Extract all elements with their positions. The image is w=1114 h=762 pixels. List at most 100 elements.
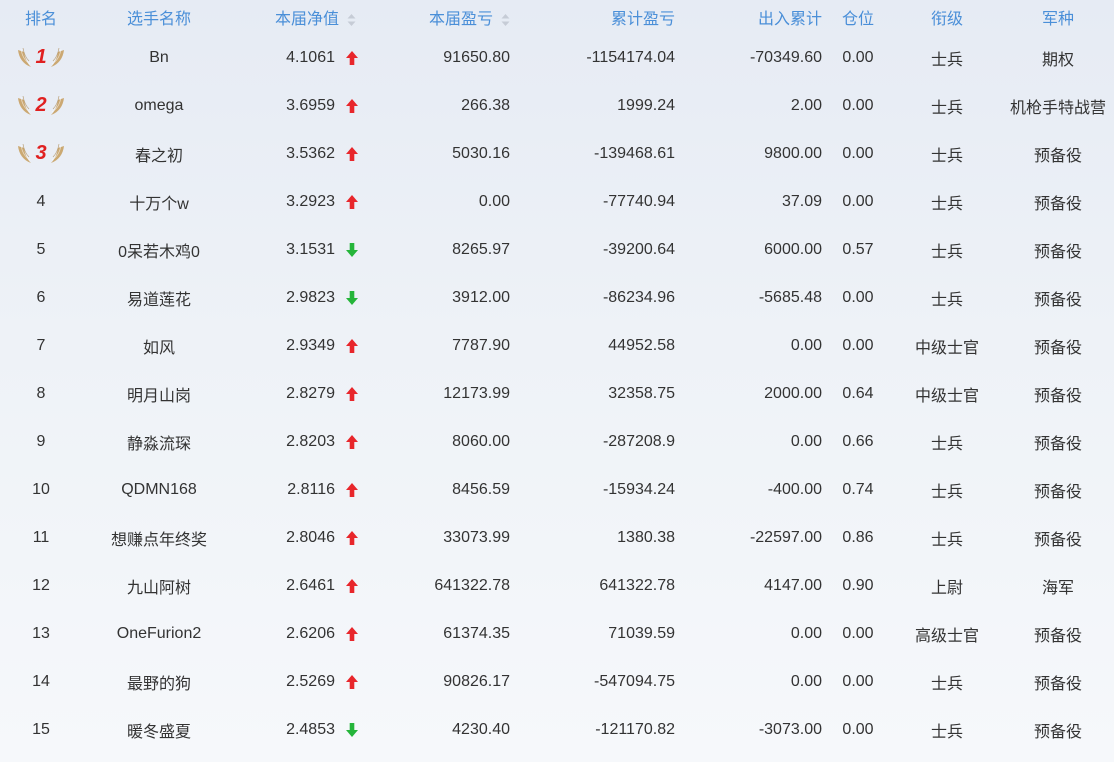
rank-medal-icon: 1 xyxy=(15,44,67,72)
player-name[interactable]: 暖冬盛夏 xyxy=(82,706,236,754)
branch-value: 预备役 xyxy=(1033,148,1082,165)
rank-number: 7 xyxy=(36,337,46,354)
flow-value: 2.00 xyxy=(790,97,822,114)
sort-icon[interactable] xyxy=(501,13,510,27)
position-value: 0.64 xyxy=(842,385,874,402)
branch-value: 预备役 xyxy=(1033,340,1082,357)
flow-value: -3073.00 xyxy=(758,721,822,738)
header-branch[interactable]: 军种 xyxy=(1002,0,1114,34)
table-row[interactable]: 10 QDMN168 2.8116 8456.59 -15934.24 -400… xyxy=(0,466,1114,514)
net-value-cell: 3.6959 xyxy=(236,82,381,130)
rank-cell: 5 xyxy=(0,226,82,274)
table-row[interactable]: 1 Bn 4.1061 91650.80 -1154174.04 -70349.… xyxy=(0,34,1114,82)
rank-cell: 4 xyxy=(0,178,82,226)
table-row[interactable]: 6 易道莲花 2.9823 3912.00 -86234.96 -5685.48… xyxy=(0,274,1114,322)
table-row[interactable]: 9 静淼流琛 2.8203 8060.00 -287208.9 0.00 0.6… xyxy=(0,418,1114,466)
net-value-cell: 2.6206 xyxy=(236,610,381,658)
player-name[interactable]: QDMN168 xyxy=(82,466,236,514)
branch-value: 预备役 xyxy=(1033,388,1082,405)
net-value: 3.5362 xyxy=(286,145,335,162)
arrow-up-icon xyxy=(345,50,359,66)
player-name[interactable]: 如风 xyxy=(82,322,236,370)
cumulative-pnl-value: -547094.75 xyxy=(594,673,675,690)
table-row[interactable]: 3 春之初 3.5362 5030.16 -139468.61 9800.00 … xyxy=(0,130,1114,178)
table-row[interactable]: 8 明月山岗 2.8279 12173.99 32358.75 2000.00 … xyxy=(0,370,1114,418)
player-name[interactable]: 春之初 xyxy=(82,130,236,178)
rank-title-value: 士兵 xyxy=(930,436,963,453)
cumulative-pnl-value: -39200.64 xyxy=(602,241,675,258)
arrow-up-icon xyxy=(345,434,359,450)
player-name[interactable]: 十万个w xyxy=(82,178,236,226)
cumulative-pnl-value: -139468.61 xyxy=(594,145,675,162)
net-value: 4.1061 xyxy=(286,49,335,66)
cumulative-pnl-value: -121170.82 xyxy=(595,721,675,738)
player-name[interactable]: Bn xyxy=(82,34,236,82)
header-flow[interactable]: 出入累计 xyxy=(676,0,824,34)
header-rank[interactable]: 排名 xyxy=(0,0,82,34)
player-name[interactable]: 想赚点年终奖 xyxy=(82,514,236,562)
pnl-value: 5030.16 xyxy=(452,145,510,162)
pnl-value: 8456.59 xyxy=(452,481,510,498)
cumulative-pnl-value: 44952.58 xyxy=(608,337,675,354)
table-row[interactable]: 12 九山阿树 2.6461 641322.78 641322.78 4147.… xyxy=(0,562,1114,610)
rank-title-value: 士兵 xyxy=(930,532,963,549)
rank-medal-icon: 3 xyxy=(15,140,67,168)
branch-value: 预备役 xyxy=(1033,292,1082,309)
table-header: 排名 选手名称 本届净值 本届盈亏 累计盈亏 出入累计 仓位 衔级 军种 xyxy=(0,0,1114,34)
pnl-value: 4230.40 xyxy=(452,721,510,738)
table-row[interactable]: 14 最野的狗 2.5269 90826.17 -547094.75 0.00 … xyxy=(0,658,1114,706)
rank-cell: 3 xyxy=(0,130,82,178)
player-name[interactable]: 九山阿树 xyxy=(82,562,236,610)
player-name[interactable]: 易道莲花 xyxy=(82,274,236,322)
svg-text:3: 3 xyxy=(35,142,46,164)
player-name[interactable]: OneFurion2 xyxy=(82,610,236,658)
flow-value: -400.00 xyxy=(767,481,822,498)
table-row[interactable]: 15 暖冬盛夏 2.4853 4230.40 -121170.82 -3073.… xyxy=(0,706,1114,754)
net-value-cell: 2.9349 xyxy=(236,322,381,370)
player-name[interactable]: 0呆若木鸡0 xyxy=(82,226,236,274)
header-name[interactable]: 选手名称 xyxy=(82,0,236,34)
player-name[interactable]: 明月山岗 xyxy=(82,370,236,418)
svg-text:2: 2 xyxy=(34,94,46,116)
cumulative-pnl-value: -287208.9 xyxy=(602,433,675,450)
header-pnl[interactable]: 本届盈亏 xyxy=(381,0,528,34)
rank-number: 12 xyxy=(32,577,50,594)
player-name[interactable]: 静淼流琛 xyxy=(82,418,236,466)
player-name[interactable]: omega xyxy=(82,82,236,130)
table-row[interactable]: 7 如风 2.9349 7787.90 44952.58 0.00 0.00 中… xyxy=(0,322,1114,370)
rank-cell: 6 xyxy=(0,274,82,322)
rank-cell: 2 xyxy=(0,82,82,130)
pnl-value: 0.00 xyxy=(478,193,510,210)
net-value-cell: 2.8046 xyxy=(236,514,381,562)
pnl-value: 8265.97 xyxy=(452,241,510,258)
table-row[interactable]: 13 OneFurion2 2.6206 61374.35 71039.59 0… xyxy=(0,610,1114,658)
cumulative-pnl-value: 641322.78 xyxy=(599,577,675,594)
sort-icon[interactable] xyxy=(347,13,356,27)
net-value: 2.8203 xyxy=(286,433,335,450)
branch-value: 预备役 xyxy=(1033,484,1082,501)
flow-value: -5685.48 xyxy=(758,289,822,306)
arrow-up-icon xyxy=(345,578,359,594)
flow-value: 0.00 xyxy=(790,625,822,642)
arrow-up-icon xyxy=(345,674,359,690)
rank-cell: 15 xyxy=(0,706,82,754)
net-value-cell: 2.8279 xyxy=(236,370,381,418)
rank-number: 13 xyxy=(32,625,50,642)
player-name[interactable]: 最野的狗 xyxy=(82,658,236,706)
table-body: 1 Bn 4.1061 91650.80 -1154174.04 -70349.… xyxy=(0,34,1114,754)
header-net-label: 本届净值 xyxy=(274,11,339,28)
branch-value: 预备役 xyxy=(1033,436,1082,453)
table-row[interactable]: 5 0呆若木鸡0 3.1531 8265.97 -39200.64 6000.0… xyxy=(0,226,1114,274)
header-title[interactable]: 衔级 xyxy=(892,0,1002,34)
rank-cell: 12 xyxy=(0,562,82,610)
header-net[interactable]: 本届净值 xyxy=(236,0,381,34)
pnl-value: 61374.35 xyxy=(443,625,510,642)
table-row[interactable]: 4 十万个w 3.2923 0.00 -77740.94 37.09 0.00 … xyxy=(0,178,1114,226)
table-row[interactable]: 11 想赚点年终奖 2.8046 33073.99 1380.38 -22597… xyxy=(0,514,1114,562)
flow-value: 0.00 xyxy=(790,673,822,690)
table-row[interactable]: 2 omega 3.6959 266.38 1999.24 2.00 0.00 … xyxy=(0,82,1114,130)
pnl-value: 7787.90 xyxy=(452,337,510,354)
pnl-value: 266.38 xyxy=(461,97,510,114)
header-position[interactable]: 仓位 xyxy=(824,0,892,34)
header-cum[interactable]: 累计盈亏 xyxy=(528,0,676,34)
